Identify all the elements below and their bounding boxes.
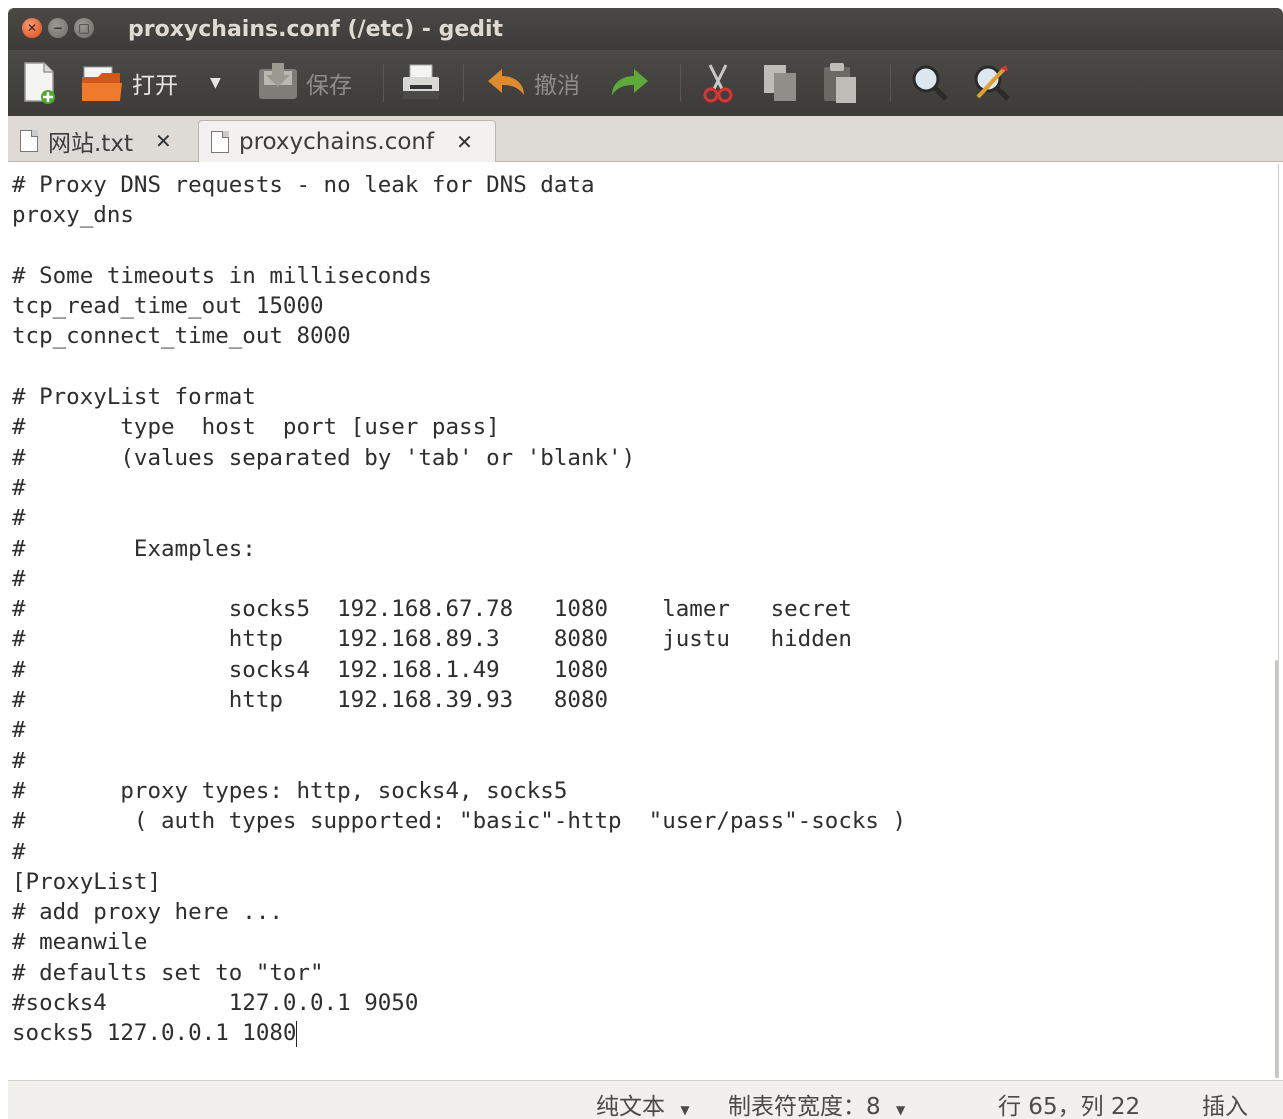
tab-width-dropdown[interactable]: 制表符宽度：8 ▼: [728, 1087, 905, 1119]
text-editor[interactable]: # Proxy DNS requests - no leak for DNS d…: [8, 164, 1275, 1078]
printer-icon: [403, 64, 439, 99]
text-cursor: [296, 1020, 298, 1047]
code-line: tcp_connect_time_out 8000: [12, 323, 351, 350]
syntax-mode-label: 纯文本: [596, 1094, 665, 1119]
open-folder-icon: [82, 66, 122, 101]
new-document-icon: [24, 62, 55, 104]
toolbar-separator: [890, 64, 891, 102]
code-line: #: [12, 717, 26, 744]
paste-button[interactable]: [820, 60, 860, 106]
code-line: socks5 127.0.0.1 1080: [12, 1020, 298, 1047]
code-line: # http 192.168.89.3 8080 justu hidden: [12, 626, 852, 653]
cut-button[interactable]: [698, 60, 738, 106]
code-line: #: [12, 747, 26, 774]
document-icon: [211, 130, 229, 153]
chevron-down-icon: ▼: [210, 75, 221, 91]
code-line: # http 192.168.39.93 8080: [12, 687, 609, 714]
code-line: # Proxy DNS requests - no leak for DNS d…: [12, 172, 595, 198]
toolbar-separator: [680, 64, 681, 102]
syntax-mode-dropdown[interactable]: 纯文本 ▼: [596, 1087, 690, 1119]
code-line: #: [12, 565, 26, 592]
code-line: # socks4 192.168.1.49 1080: [12, 656, 609, 683]
copy-button[interactable]: [760, 60, 800, 106]
code-line: # add proxy here ...: [12, 899, 283, 926]
search-icon: [912, 65, 948, 101]
cursor-position: 行 65，列 22: [998, 1094, 1141, 1119]
code-line: tcp_read_time_out 15000: [12, 293, 324, 320]
tab-label: proxychains.conf: [239, 128, 435, 155]
find-replace-icon: [974, 65, 1010, 101]
code-line: # ProxyList format: [12, 384, 256, 411]
redo-icon: [612, 69, 648, 95]
toolbar: 打开 ▼ 保存 撤消: [8, 50, 1283, 116]
code-line: # meanwile: [12, 929, 148, 956]
close-tab-icon[interactable]: ✕: [155, 129, 172, 153]
code-line: #socks4 127.0.0.1 9050: [12, 990, 419, 1017]
code-line: # type host port [user pass]: [12, 414, 500, 441]
save-label: 保存: [306, 73, 352, 99]
print-button[interactable]: [400, 60, 442, 106]
window-title: proxychains.conf (/etc) - gedit: [128, 17, 504, 42]
open-dropdown-button[interactable]: ▼: [210, 60, 221, 106]
code-line: # defaults set to "tor": [12, 959, 324, 986]
redo-button[interactable]: [608, 60, 652, 106]
status-bar: 纯文本 ▼ 制表符宽度：8 ▼ 行 65，列 22 插入: [8, 1080, 1283, 1119]
find-button[interactable]: [908, 60, 952, 106]
minimize-window-icon[interactable]: −: [48, 18, 68, 38]
scissors-icon: [703, 64, 733, 103]
code-line: #: [12, 505, 26, 532]
undo-label: 撤消: [534, 73, 580, 99]
code-line: # ( auth types supported: "basic"-http "…: [12, 808, 907, 835]
save-button[interactable]: 保存: [256, 60, 352, 106]
code-line: # Some timeouts in milliseconds: [12, 262, 432, 289]
tab-label: 网站.txt: [48, 131, 133, 157]
tab-website-txt[interactable]: 网站.txt ✕: [8, 120, 198, 162]
toolbar-separator: [463, 64, 464, 102]
paste-icon: [824, 63, 856, 103]
code-line: # (values separated by 'tab' or 'blank'): [12, 444, 636, 471]
find-replace-button[interactable]: [970, 60, 1014, 106]
open-button[interactable]: 打开: [80, 60, 178, 106]
toolbar-separator: [383, 64, 384, 102]
chevron-down-icon: ▼: [895, 1103, 906, 1117]
close-window-icon[interactable]: ✕: [22, 18, 42, 38]
document-icon: [20, 130, 38, 152]
editor-content[interactable]: # Proxy DNS requests - no leak for DNS d…: [12, 170, 906, 1049]
vertical-scrollbar[interactable]: [1275, 660, 1278, 1078]
code-line: #: [12, 838, 26, 865]
insert-mode: 插入: [1202, 1094, 1248, 1119]
code-line: # proxy types: http, socks4, socks5: [12, 777, 568, 804]
maximize-window-icon[interactable]: □: [74, 18, 94, 38]
copy-icon: [764, 65, 796, 101]
editor-border: [1278, 164, 1279, 1078]
code-line: [ProxyList]: [12, 868, 162, 895]
tab-proxychains-conf[interactable]: proxychains.conf ✕: [198, 120, 496, 162]
new-document-button[interactable]: [22, 60, 58, 106]
undo-button[interactable]: 撤消: [484, 60, 580, 106]
code-line: proxy_dns: [12, 202, 134, 229]
code-line: # socks5 192.168.67.78 1080 lamer secret: [12, 596, 852, 623]
chevron-down-icon: ▼: [680, 1103, 690, 1117]
tab-width-label: 制表符宽度：8: [728, 1094, 881, 1119]
code-line: # Examples:: [12, 535, 256, 562]
open-label: 打开: [132, 73, 178, 99]
title-bar: ✕ − □ proxychains.conf (/etc) - gedit: [8, 8, 1283, 50]
tab-bar: 网站.txt ✕ proxychains.conf ✕: [8, 116, 1283, 162]
code-line: #: [12, 474, 26, 501]
undo-icon: [488, 69, 524, 95]
save-icon: [259, 63, 297, 99]
close-tab-icon[interactable]: ✕: [456, 130, 473, 154]
